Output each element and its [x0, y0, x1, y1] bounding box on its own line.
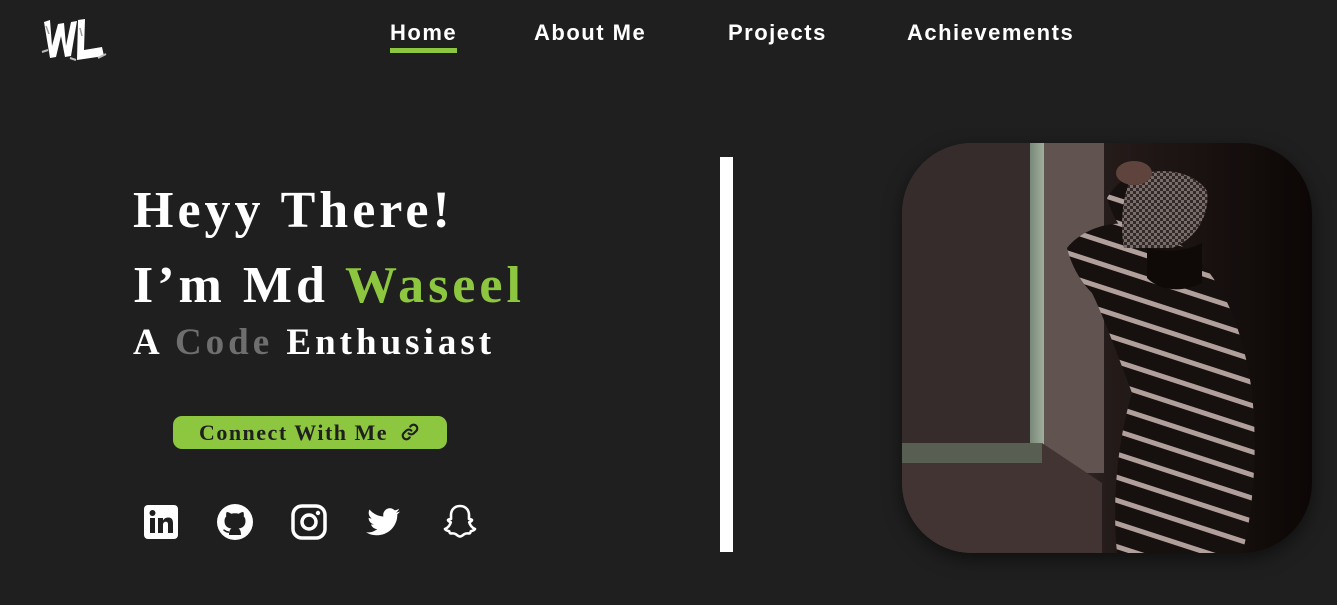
name-accent: Waseel [344, 257, 525, 314]
nav-achievements[interactable]: Achievements [907, 20, 1074, 46]
hero-role: A Code Enthusiast [133, 321, 495, 365]
portrait-image [902, 143, 1312, 553]
hero-greeting: Heyy There! [133, 182, 454, 239]
connect-button[interactable]: Connect With Me [173, 416, 447, 449]
twitter-icon [366, 508, 400, 536]
twitter-link[interactable] [363, 502, 403, 542]
snapchat-link[interactable] [440, 502, 480, 542]
nav-projects[interactable]: Projects [728, 20, 827, 46]
vertical-divider [720, 157, 733, 552]
nav-about-me[interactable]: About Me [534, 20, 646, 46]
linkedin-link[interactable] [141, 502, 181, 542]
instagram-icon [291, 504, 327, 540]
main-nav: Home About Me Projects Achievements [0, 20, 1337, 60]
github-link[interactable] [215, 502, 255, 542]
snapchat-icon [443, 504, 477, 538]
connect-button-label: Connect With Me [198, 420, 389, 445]
role-dim-word: Code [174, 322, 274, 363]
role-suffix: Enthusiast [273, 322, 496, 363]
profile-photo [902, 143, 1312, 553]
instagram-link[interactable] [289, 502, 329, 542]
nav-home[interactable]: Home [390, 20, 458, 53]
link-icon [401, 423, 419, 441]
hero-name: I’m Md Waseel [133, 256, 525, 316]
github-icon [217, 504, 253, 540]
name-prefix: I’m Md [133, 257, 345, 314]
linkedin-icon [144, 505, 178, 539]
role-prefix: A [133, 322, 175, 363]
